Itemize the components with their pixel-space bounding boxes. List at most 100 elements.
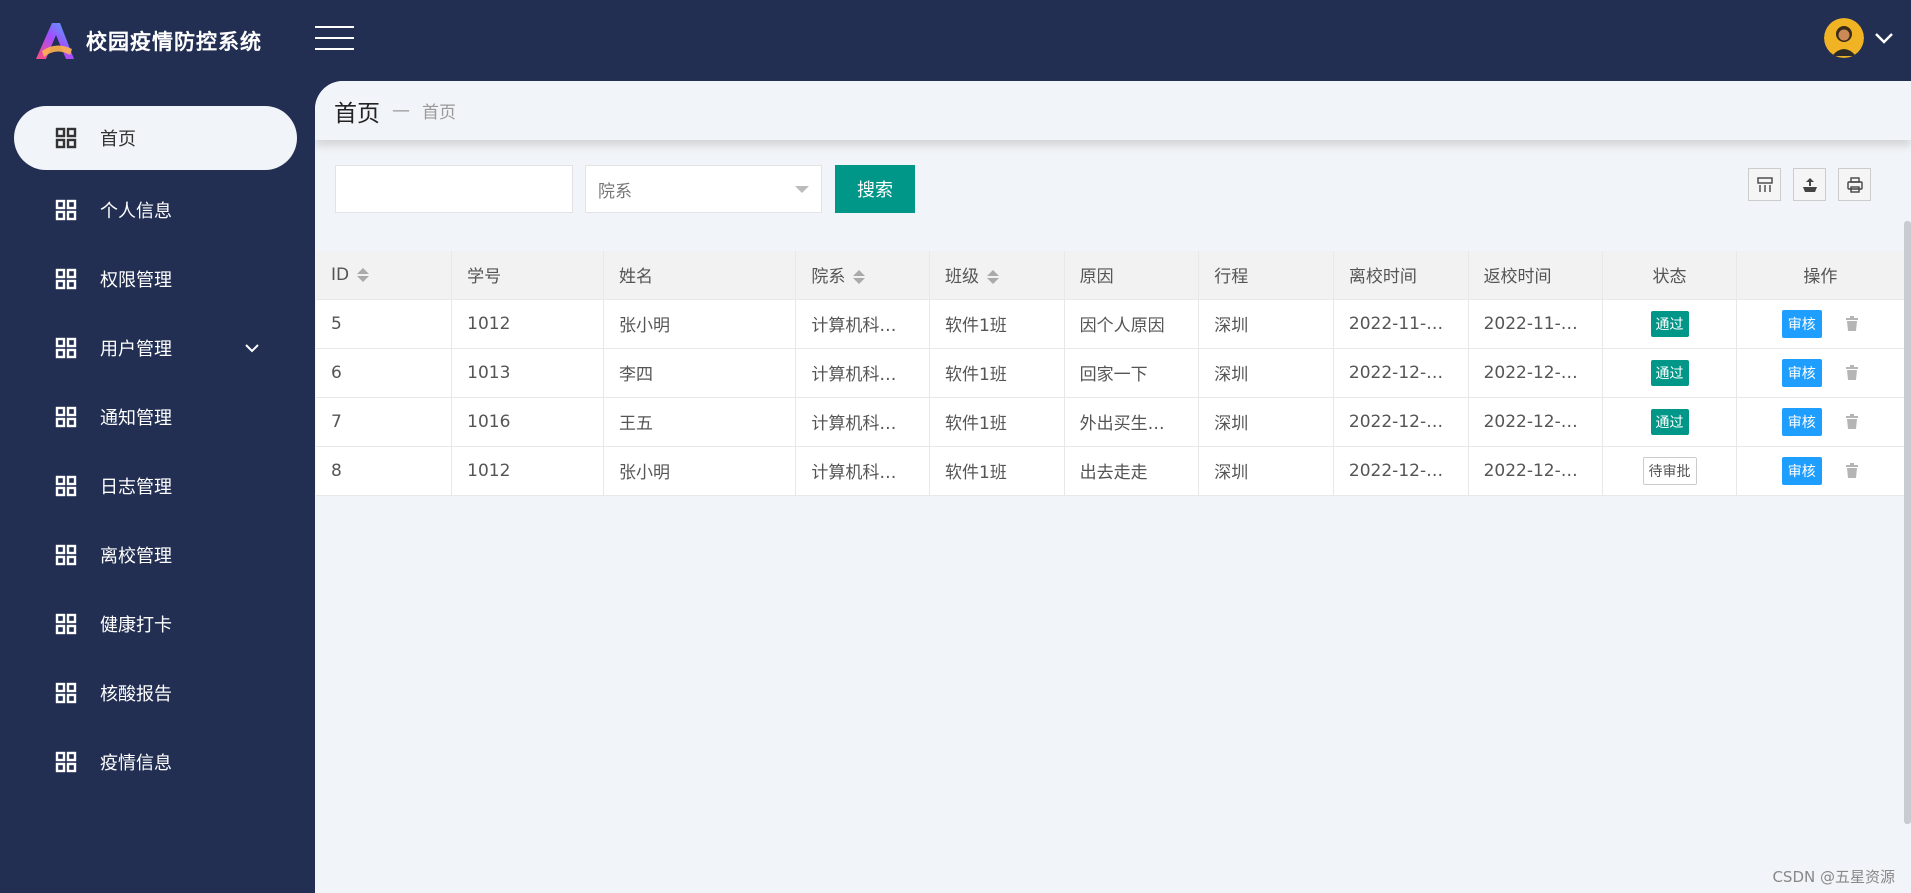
cell-class: 软件1班	[929, 446, 1065, 496]
sidebar-item-label: 通知管理	[100, 407, 172, 429]
cell-return-time: 2022-12-…	[1468, 397, 1604, 447]
sidebar-item-epidemic-info[interactable]: 疫情信息	[0, 727, 315, 796]
sidebar-item-logs[interactable]: 日志管理	[0, 451, 315, 520]
department-select-placeholder: 院系	[598, 181, 632, 202]
main-content: 首页 — 首页 院系 搜索 ID 学号 姓名 院系 班级 原因 行程 离校时间 …	[315, 81, 1911, 893]
cell-leave-time: 2022-11-…	[1333, 299, 1469, 349]
sidebar-item-label: 权限管理	[100, 269, 172, 291]
cell-id: 7	[316, 397, 453, 447]
audit-button[interactable]: 审核	[1781, 358, 1822, 387]
sidebar-item-leave[interactable]: 离校管理	[0, 520, 315, 589]
cell-name: 李四	[603, 348, 797, 398]
column-header-student-no: 学号	[451, 251, 605, 300]
cell-trip: 深圳	[1198, 446, 1334, 496]
department-select[interactable]: 院系	[585, 165, 822, 213]
avatar	[1824, 18, 1864, 58]
search-toolbar: 院系 搜索	[335, 165, 1871, 213]
cell-student-no: 1012	[451, 299, 605, 349]
brand-logo-icon	[36, 23, 74, 59]
cell-class: 软件1班	[929, 348, 1065, 398]
status-badge: 待审批	[1642, 456, 1697, 485]
search-button[interactable]: 搜索	[835, 165, 915, 213]
watermark: CSDN @五星资源	[1772, 868, 1895, 886]
breadcrumb: 首页 — 首页	[315, 81, 1911, 140]
sidebar-item-label: 疫情信息	[100, 752, 172, 774]
print-icon[interactable]	[1838, 168, 1871, 201]
cell-department: 计算机科…	[795, 348, 930, 398]
sidebar-item-home[interactable]: 首页	[14, 106, 297, 170]
sidebar-item-permissions[interactable]: 权限管理	[0, 244, 315, 313]
grid-icon	[55, 475, 77, 496]
grid-icon	[55, 613, 77, 634]
cell-status: 通过	[1602, 397, 1737, 447]
caret-down-icon	[795, 186, 809, 193]
user-menu[interactable]	[1824, 18, 1894, 58]
column-header-department[interactable]: 院系	[795, 251, 930, 300]
cell-class: 软件1班	[929, 397, 1065, 447]
sidebar-item-label: 首页	[100, 129, 136, 150]
cell-student-no: 1016	[451, 397, 605, 447]
grid-icon	[55, 337, 77, 358]
sidebar-item-nucleic-report[interactable]: 核酸报告	[0, 658, 315, 727]
grid-icon	[55, 544, 77, 565]
column-header-name: 姓名	[603, 251, 797, 300]
table-row: 5 1012 张小明 计算机科… 软件1班 因个人原因 深圳 2022-11-……	[316, 299, 1906, 349]
trash-icon[interactable]	[1845, 413, 1859, 430]
cell-status: 待审批	[1602, 446, 1737, 496]
audit-button[interactable]: 审核	[1781, 456, 1822, 485]
cell-reason: 因个人原因	[1064, 299, 1200, 349]
column-header-id[interactable]: ID	[316, 251, 453, 300]
vertical-scrollbar[interactable]	[1904, 221, 1911, 824]
search-input[interactable]	[335, 165, 573, 213]
columns-filter-icon[interactable]	[1748, 168, 1781, 201]
cell-reason: 出去走走	[1064, 446, 1200, 496]
table-tools	[1748, 168, 1871, 201]
menu-toggle-icon[interactable]	[315, 26, 354, 50]
cell-leave-time: 2022-12-…	[1333, 348, 1469, 398]
table-row: 6 1013 李四 计算机科… 软件1班 回家一下 深圳 2022-12-… 2…	[316, 348, 1906, 398]
brand: 校园疫情防控系统	[32, 19, 262, 63]
cell-actions: 审核	[1736, 397, 1906, 447]
cell-actions: 审核	[1736, 348, 1906, 398]
cell-status: 通过	[1602, 348, 1737, 398]
trash-icon[interactable]	[1845, 315, 1859, 332]
cell-leave-time: 2022-12-…	[1333, 446, 1469, 496]
status-badge: 通过	[1650, 310, 1689, 337]
sort-icon[interactable]	[853, 270, 866, 285]
column-header-class[interactable]: 班级	[929, 251, 1065, 300]
cell-department: 计算机科…	[795, 299, 930, 349]
cell-id: 5	[316, 299, 453, 349]
export-icon[interactable]	[1793, 168, 1826, 201]
chevron-down-icon	[1875, 33, 1893, 44]
sort-icon[interactable]	[987, 270, 999, 285]
audit-button[interactable]: 审核	[1781, 309, 1822, 338]
sort-icon[interactable]	[357, 267, 370, 282]
audit-button[interactable]: 审核	[1781, 407, 1822, 436]
sidebar-item-label: 用户管理	[100, 338, 172, 360]
trash-icon[interactable]	[1845, 462, 1859, 479]
cell-reason: 外出买生…	[1064, 397, 1200, 447]
cell-trip: 深圳	[1198, 348, 1334, 398]
grid-icon	[55, 682, 77, 703]
sidebar-item-users[interactable]: 用户管理	[0, 313, 315, 382]
cell-actions: 审核	[1736, 299, 1906, 349]
cell-id: 6	[316, 348, 453, 398]
table-header-row: ID 学号 姓名 院系 班级 原因 行程 离校时间 返校时间 状态 操作	[316, 251, 1906, 300]
sidebar-item-label: 健康打卡	[100, 614, 172, 636]
cell-student-no: 1013	[451, 348, 605, 398]
cell-student-no: 1012	[451, 446, 605, 496]
status-badge: 通过	[1650, 359, 1689, 386]
column-header-trip: 行程	[1198, 251, 1334, 300]
cell-return-time: 2022-12-…	[1468, 446, 1604, 496]
cell-trip: 深圳	[1198, 299, 1334, 349]
cell-id: 8	[316, 446, 453, 496]
trash-icon[interactable]	[1845, 364, 1859, 381]
cell-name: 张小明	[603, 299, 797, 349]
sidebar-item-profile[interactable]: 个人信息	[0, 175, 315, 244]
column-header-return-time: 返校时间	[1468, 251, 1604, 300]
sidebar-item-notices[interactable]: 通知管理	[0, 382, 315, 451]
sidebar-item-health-checkin[interactable]: 健康打卡	[0, 589, 315, 658]
cell-leave-time: 2022-12-…	[1333, 397, 1469, 447]
cell-actions: 审核	[1736, 446, 1906, 496]
breadcrumb-link[interactable]: 首页	[422, 98, 456, 123]
